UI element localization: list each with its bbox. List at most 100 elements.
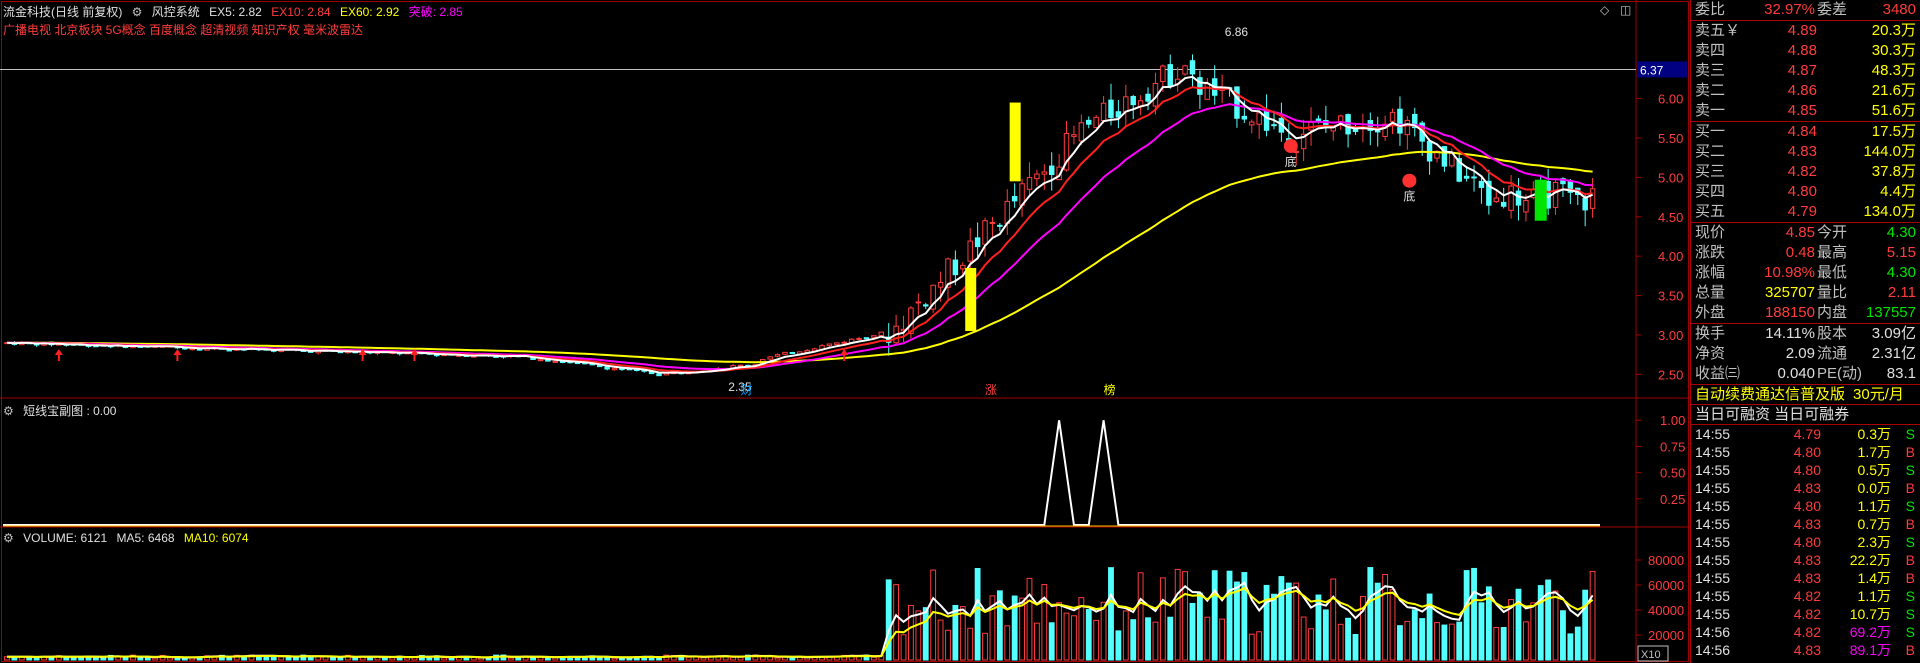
- subscription-banner[interactable]: 自动续费通达信普及版 30元/月: [1691, 384, 1920, 404]
- quote-stats: 现价 4.85 今开 4.30 涨跌 0.48 最高 5.15 涨幅 10.98% 最低 4.30 总量…: [1691, 222, 1920, 323]
- tick-row[interactable]: 14:55 4.82 1.1万 S: [1691, 587, 1920, 605]
- tick-time: 14:55: [1695, 516, 1731, 532]
- buy-order-row[interactable]: 买三 4.82 37.8万: [1691, 162, 1920, 182]
- volume-bar: [1493, 626, 1500, 661]
- tick-row[interactable]: 14:55 4.80 0.5万 S: [1691, 461, 1920, 479]
- candle-body: [1582, 197, 1588, 211]
- sell-order-label: 卖二: [1695, 82, 1726, 99]
- stat-label: 净资: [1695, 345, 1726, 362]
- buy-order-label: 买三: [1695, 163, 1726, 180]
- volume-bar: [1500, 627, 1507, 661]
- volume-bar: [1041, 584, 1048, 661]
- volume-bar: [1478, 602, 1485, 661]
- tick-row[interactable]: 14:55 4.83 0.7万 B: [1691, 515, 1920, 533]
- sell-order-row[interactable]: 卖三 4.87 48.3万: [1691, 61, 1920, 81]
- tick-volume: 0.0万: [1857, 480, 1891, 496]
- sell-order-row[interactable]: 卖二 4.86 21.6万: [1691, 81, 1920, 101]
- candle-body: [1515, 190, 1522, 206]
- volume-bar: [804, 657, 811, 661]
- signal-dot-icon: [1283, 139, 1298, 154]
- weibi-label: 委比: [1695, 1, 1726, 18]
- stat-label: 最低: [1817, 264, 1848, 281]
- buy-order-row[interactable]: 买四 4.80 4.4万: [1691, 182, 1920, 202]
- buy-order-price: 4.80: [1787, 183, 1817, 200]
- tick-side: S: [1905, 624, 1915, 640]
- volume-bar: [1159, 577, 1166, 661]
- diamond-icon[interactable]: ◇: [1600, 3, 1609, 17]
- tick-row[interactable]: 14:55 4.83 0.0万 B: [1691, 479, 1920, 497]
- tick-row[interactable]: 14:55 4.82 10.7万 S: [1691, 605, 1920, 623]
- volume-bar: [1367, 567, 1374, 661]
- price-axis-label: 2.50: [1658, 367, 1683, 382]
- sell-order-row[interactable]: 卖五￥ 4.89 20.3万: [1691, 21, 1920, 41]
- sub-axis-label: 0.25: [1660, 492, 1685, 507]
- tick-row[interactable]: 14:55 4.79 0.3万 S: [1691, 425, 1920, 443]
- sub-signal-line: [3, 420, 1600, 526]
- sell-order-label: 卖三: [1695, 62, 1726, 79]
- tick-volume: 10.7万: [1849, 606, 1891, 622]
- candle-body: [1493, 197, 1499, 203]
- price-axis-label: 3.50: [1658, 289, 1683, 304]
- candle-body: [871, 335, 877, 338]
- volume-bar: [1063, 612, 1070, 661]
- sell-order-volume: 21.6万: [1871, 82, 1916, 99]
- sell-order-row[interactable]: 卖四 4.88 30.3万: [1691, 41, 1920, 61]
- volume-bar: [152, 657, 159, 661]
- volume-bar: [278, 656, 285, 661]
- buy-order-row[interactable]: 买一 4.84 17.5万: [1691, 122, 1920, 142]
- sell-order-price: 4.85: [1787, 102, 1817, 119]
- candle-body: [841, 341, 847, 344]
- tick-list[interactable]: 14:55 4.79 0.3万 S 14:55 4.80 1.7万 B 14:55 4.80 0.5…: [1691, 424, 1920, 659]
- high-price-label: 6.86: [1225, 25, 1249, 39]
- volume-bar: [1352, 634, 1359, 661]
- buy-order-row[interactable]: 买二 4.83 144.0万: [1691, 142, 1920, 162]
- tick-row[interactable]: 14:55 4.83 1.4万 B: [1691, 569, 1920, 587]
- tick-side: S: [1905, 426, 1915, 442]
- tick-price: 4.83: [1793, 516, 1821, 532]
- candle-body: [1500, 201, 1507, 207]
- candle-body: [856, 337, 862, 340]
- sell-order-row[interactable]: 卖一 4.85 51.6万: [1691, 101, 1920, 121]
- volume-bar: [1219, 618, 1226, 661]
- tick-side: S: [1905, 498, 1915, 514]
- volume-unit-label: X10: [1641, 649, 1661, 661]
- tick-row[interactable]: 14:56 4.82 69.2万 S: [1691, 623, 1920, 641]
- tick-row[interactable]: 14:55 4.80 1.7万 B: [1691, 443, 1920, 461]
- tick-row[interactable]: 14:55 4.80 2.3万 S: [1691, 533, 1920, 551]
- buy-order-label: 买二: [1695, 143, 1726, 160]
- tick-row[interactable]: 14:56 4.83 89.1万 B: [1691, 641, 1920, 659]
- gear-icon[interactable]: ⚙: [3, 404, 14, 418]
- tick-row[interactable]: 14:55 4.83 22.2万 B: [1691, 551, 1920, 569]
- tick-time: 14:55: [1695, 444, 1731, 460]
- buy-order-price: 4.84: [1787, 123, 1817, 140]
- tick-volume: 89.1万: [1849, 642, 1891, 658]
- candle-body: [923, 304, 929, 307]
- candle-body: [1004, 200, 1010, 224]
- volume-bar: [293, 657, 299, 661]
- stat-row: 收益㈢ 0.040 PE(动) 83.1: [1691, 364, 1920, 384]
- volume-bar: [885, 579, 892, 661]
- sell-order-label: 卖五￥: [1695, 22, 1741, 39]
- window-toggle-icon[interactable]: ◫: [1620, 3, 1631, 17]
- volume-axis-label: 60000: [1648, 578, 1684, 593]
- gear-icon[interactable]: ⚙: [3, 531, 14, 545]
- tick-price: 4.82: [1793, 588, 1821, 604]
- buy-order-volume: 37.8万: [1871, 163, 1916, 180]
- stat-label: 总量: [1695, 284, 1726, 301]
- kline-chart-svg[interactable]: 6.37 6.00 5.50 5.00 4.50 4.00 3.50 3.00 2.50 6.86…: [0, 0, 1690, 663]
- price-axis-label: 5.50: [1658, 131, 1683, 146]
- candle-body: [552, 360, 559, 363]
- concept-tags[interactable]: 广播电视 北京板块 5G概念 百度概念 超清视频 知识产权 毫米波雷达: [3, 21, 363, 38]
- chart-area[interactable]: 6.37 6.00 5.50 5.00 4.50 4.00 3.50 3.00 2.50 6.86…: [0, 0, 1690, 663]
- gear-icon[interactable]: ⚙: [132, 5, 143, 19]
- tick-row[interactable]: 14:55 4.80 1.1万 S: [1691, 497, 1920, 515]
- volume-bar: [33, 657, 40, 661]
- candle-body: [826, 343, 833, 347]
- candle-body: [1404, 119, 1411, 136]
- stat-label: 流通: [1817, 345, 1848, 362]
- buy-order-row[interactable]: 买五 4.79 134.0万: [1691, 202, 1920, 222]
- volume-bar: [1574, 626, 1581, 661]
- ma20-line: [6, 103, 1593, 371]
- volume-bar: [1256, 631, 1263, 661]
- sell-orders: 卖五￥ 4.89 20.3万 卖四 4.88 30.3万 卖三 4.87 48.3万 卖二 4.86…: [1691, 20, 1920, 121]
